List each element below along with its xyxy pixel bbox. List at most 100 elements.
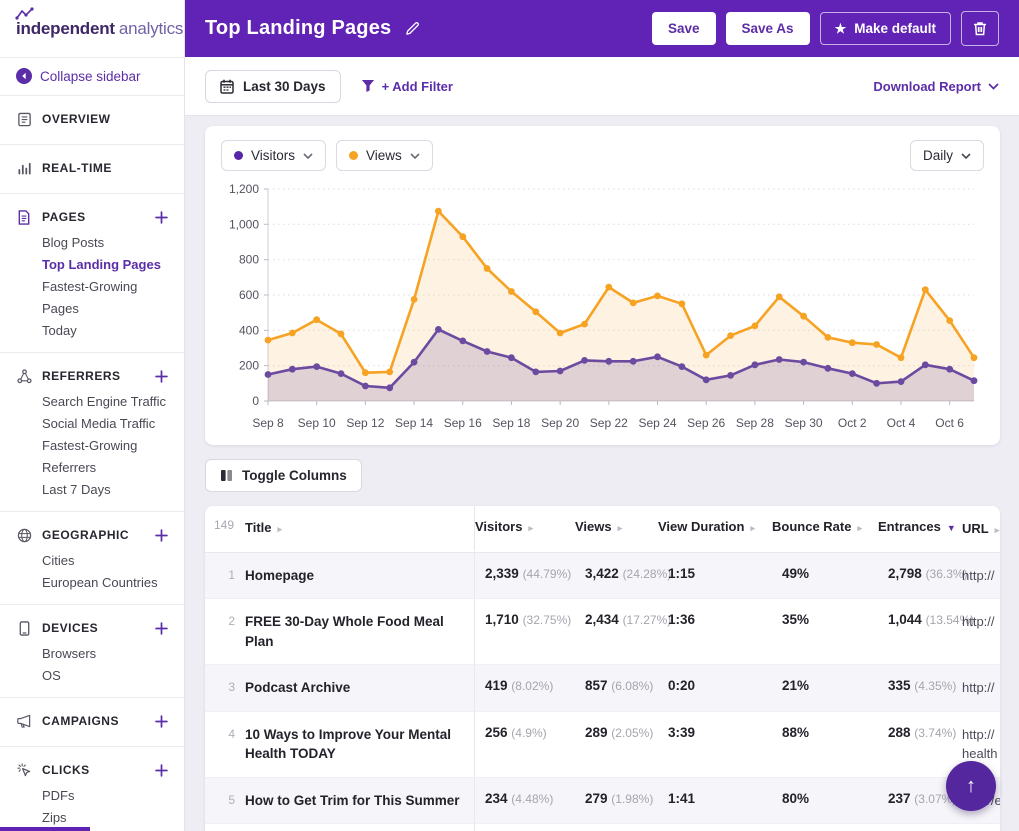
collapse-sidebar-button[interactable]: Collapse sidebar — [0, 57, 184, 96]
add-report-plus-icon[interactable] — [155, 528, 168, 542]
interval-label: Daily — [922, 148, 953, 163]
add-report-plus-icon[interactable] — [155, 369, 168, 383]
sidebar-item-top-landing-pages[interactable]: Top Landing Pages — [42, 254, 168, 276]
visitors-metric-dropdown[interactable]: Visitors — [221, 140, 327, 171]
sidebar-item-fastest-growing-pages[interactable]: Fastest-Growing Pages — [42, 276, 168, 320]
calendar-icon — [220, 79, 234, 94]
sidebar-section-label: GEOGRAPHIC — [42, 528, 130, 542]
cell-title[interactable]: FREE 30-Day Whole Food Meal Plan — [245, 599, 475, 665]
add-report-plus-icon[interactable] — [155, 210, 168, 224]
cell-entrances: 1,044 (13.54%) — [888, 612, 975, 628]
row-index: 4 — [228, 726, 235, 741]
sidebar-item-today[interactable]: Today — [42, 320, 168, 342]
cell-views: 216 (1.53%) — [575, 824, 658, 831]
sidebar-section-pages: PAGES Blog Posts Top Landing Pages Fastest-… — [0, 194, 184, 353]
delete-report-button[interactable] — [961, 11, 999, 46]
svg-text:Sep 28: Sep 28 — [736, 416, 774, 430]
sidebar-section-label: REFERRERS — [42, 369, 121, 383]
add-report-plus-icon[interactable] — [155, 763, 168, 777]
svg-text:Sep 26: Sep 26 — [687, 416, 725, 430]
cell-url[interactable]: http://eat-h — [962, 824, 1000, 831]
sidebar-item-overview[interactable]: OVERVIEW — [16, 104, 168, 134]
chevron-down-icon — [961, 152, 971, 159]
sidebar-item-cities[interactable]: Cities — [42, 550, 168, 572]
sidebar-nav: OVERVIEW REAL-TIME PAGES Blog Posts Top Land… — [0, 96, 184, 831]
column-header-url[interactable]: URL ▸ — [962, 506, 1000, 552]
add-report-plus-icon[interactable] — [155, 714, 168, 728]
cell-title[interactable]: 10 Ways to Improve Your Mental Health TO… — [245, 711, 475, 777]
top-header-bar: Top Landing Pages Save Save As ★ Make de… — [185, 0, 1019, 57]
cell-title[interactable]: How to Get Trim for This Summer — [245, 777, 475, 824]
sort-icon: ▸ — [857, 523, 862, 533]
column-header-title[interactable]: Title ▸ — [245, 506, 475, 551]
page-title: Top Landing Pages — [205, 17, 392, 39]
sort-icon: ▸ — [528, 523, 533, 533]
date-range-button[interactable]: Last 30 Days — [205, 69, 341, 103]
chevron-down-icon — [988, 82, 999, 90]
column-header-visitors[interactable]: Visitors ▸ — [475, 506, 575, 547]
sidebar-section-referrers: REFERRERS Search Engine Traffic Social Med… — [0, 353, 184, 512]
sidebar-bottom-strip — [0, 827, 90, 831]
star-icon: ★ — [834, 21, 847, 36]
sidebar-item-zips[interactable]: Zips — [42, 807, 168, 829]
date-range-label: Last 30 Days — [243, 78, 326, 94]
sidebar-item-pdfs[interactable]: PDFs — [42, 785, 168, 807]
sidebar-item-referrers[interactable]: REFERRERS — [16, 361, 168, 391]
sidebar-item-real-time[interactable]: REAL-TIME — [16, 153, 168, 183]
download-report-button[interactable]: Download Report — [873, 79, 999, 94]
column-header-views[interactable]: Views ▸ — [575, 506, 658, 547]
cell-url[interactable]: http:// — [962, 553, 1000, 599]
sidebar-item-devices[interactable]: DEVICES — [16, 613, 168, 643]
cell-title[interactable]: Homepage — [245, 552, 475, 599]
views-metric-label: Views — [366, 148, 402, 163]
sidebar-item-clicks[interactable]: CLICKS — [16, 755, 168, 785]
sidebar-item-browsers[interactable]: Browsers — [42, 643, 168, 665]
make-default-label: Make default — [854, 21, 936, 36]
columns-icon — [220, 469, 233, 482]
edit-title-pencil-icon[interactable] — [405, 21, 420, 36]
cell-title[interactable]: How to Eat Healthy Without Breaking the … — [245, 824, 475, 831]
toggle-columns-button[interactable]: Toggle Columns — [205, 459, 362, 492]
sidebar-item-campaigns[interactable]: CAMPAIGNS — [16, 706, 168, 736]
add-report-plus-icon[interactable] — [155, 621, 168, 635]
views-metric-dropdown[interactable]: Views — [336, 140, 433, 171]
sidebar-item-os[interactable]: OS — [42, 665, 168, 687]
sidebar-section-label: REAL-TIME — [42, 161, 112, 175]
content-area: Visitors Views Daily 0 200 400 600 800 1,000 1… — [185, 116, 1019, 831]
sidebar-item-european-countries[interactable]: European Countries — [42, 572, 168, 594]
save-as-button[interactable]: Save As — [725, 12, 810, 45]
sidebar-item-last-7-days[interactable]: Last 7 Days — [42, 479, 168, 501]
save-button[interactable]: Save — [651, 12, 716, 45]
column-header-view-duration[interactable]: View Duration ▸ — [658, 506, 772, 547]
cell-view-duration: 1:41 — [668, 790, 696, 806]
sidebar-item-search-engine-traffic[interactable]: Search Engine Traffic — [42, 391, 168, 413]
cell-view-duration: 0:20 — [668, 678, 696, 694]
make-default-button[interactable]: ★ Make default — [819, 12, 951, 45]
interval-select[interactable]: Daily — [909, 140, 984, 171]
sidebar-item-blog-posts[interactable]: Blog Posts — [42, 232, 168, 254]
column-header-entrances[interactable]: Entrances ▼ — [878, 506, 962, 547]
sidebar-section-real-time: REAL-TIME — [0, 145, 184, 194]
cell-bounce-rate: 21% — [782, 678, 810, 694]
svg-text:400: 400 — [239, 323, 259, 337]
cell-title[interactable]: Podcast Archive — [245, 665, 475, 711]
brand-name-light: analytics — [118, 18, 184, 38]
scroll-to-top-button[interactable]: ↑ — [946, 761, 996, 811]
sidebar-item-social-media-traffic[interactable]: Social Media Traffic — [42, 413, 168, 435]
cell-url[interactable]: http:// — [962, 599, 1000, 645]
sidebar-item-pages[interactable]: PAGES — [16, 202, 168, 232]
table-row: 5 How to Get Trim for This Summer 234 (4.4… — [205, 777, 1000, 825]
cell-view-duration: 3:39 — [668, 724, 696, 740]
filter-toolbar: Last 30 Days + Add Filter Download Repor… — [185, 57, 1019, 116]
brand-logo: independent analytics — [0, 0, 184, 57]
main-panel: Top Landing Pages Save Save As ★ Make de… — [185, 0, 1019, 831]
download-report-label: Download Report — [873, 78, 981, 94]
column-header-bounce-rate[interactable]: Bounce Rate ▸ — [772, 506, 878, 547]
table-row: 1 Homepage 2,339 (44.79%) 3,422 (24.28%) 1:1… — [205, 552, 1000, 600]
sidebar-item-geographic[interactable]: GEOGRAPHIC — [16, 520, 168, 550]
add-filter-button[interactable]: + Add Filter — [361, 79, 453, 94]
cell-url[interactable]: http:// — [962, 665, 1000, 711]
sidebar-item-fastest-growing-referrers[interactable]: Fastest-Growing Referrers — [42, 435, 168, 479]
logo-chart-icon — [15, 7, 35, 20]
devices-icon — [16, 620, 32, 636]
